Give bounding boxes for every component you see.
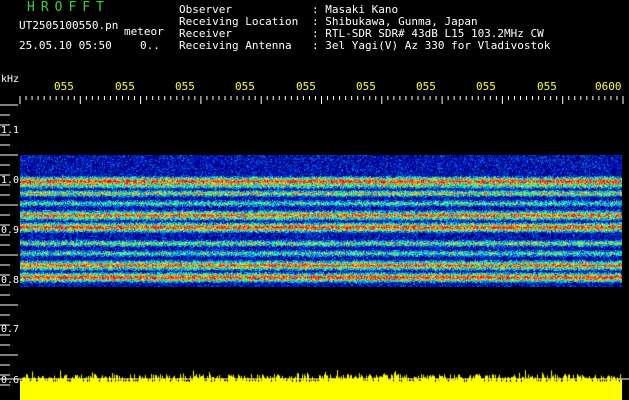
waterfall-spectrogram <box>20 155 622 287</box>
signal-power-trace <box>20 370 622 400</box>
